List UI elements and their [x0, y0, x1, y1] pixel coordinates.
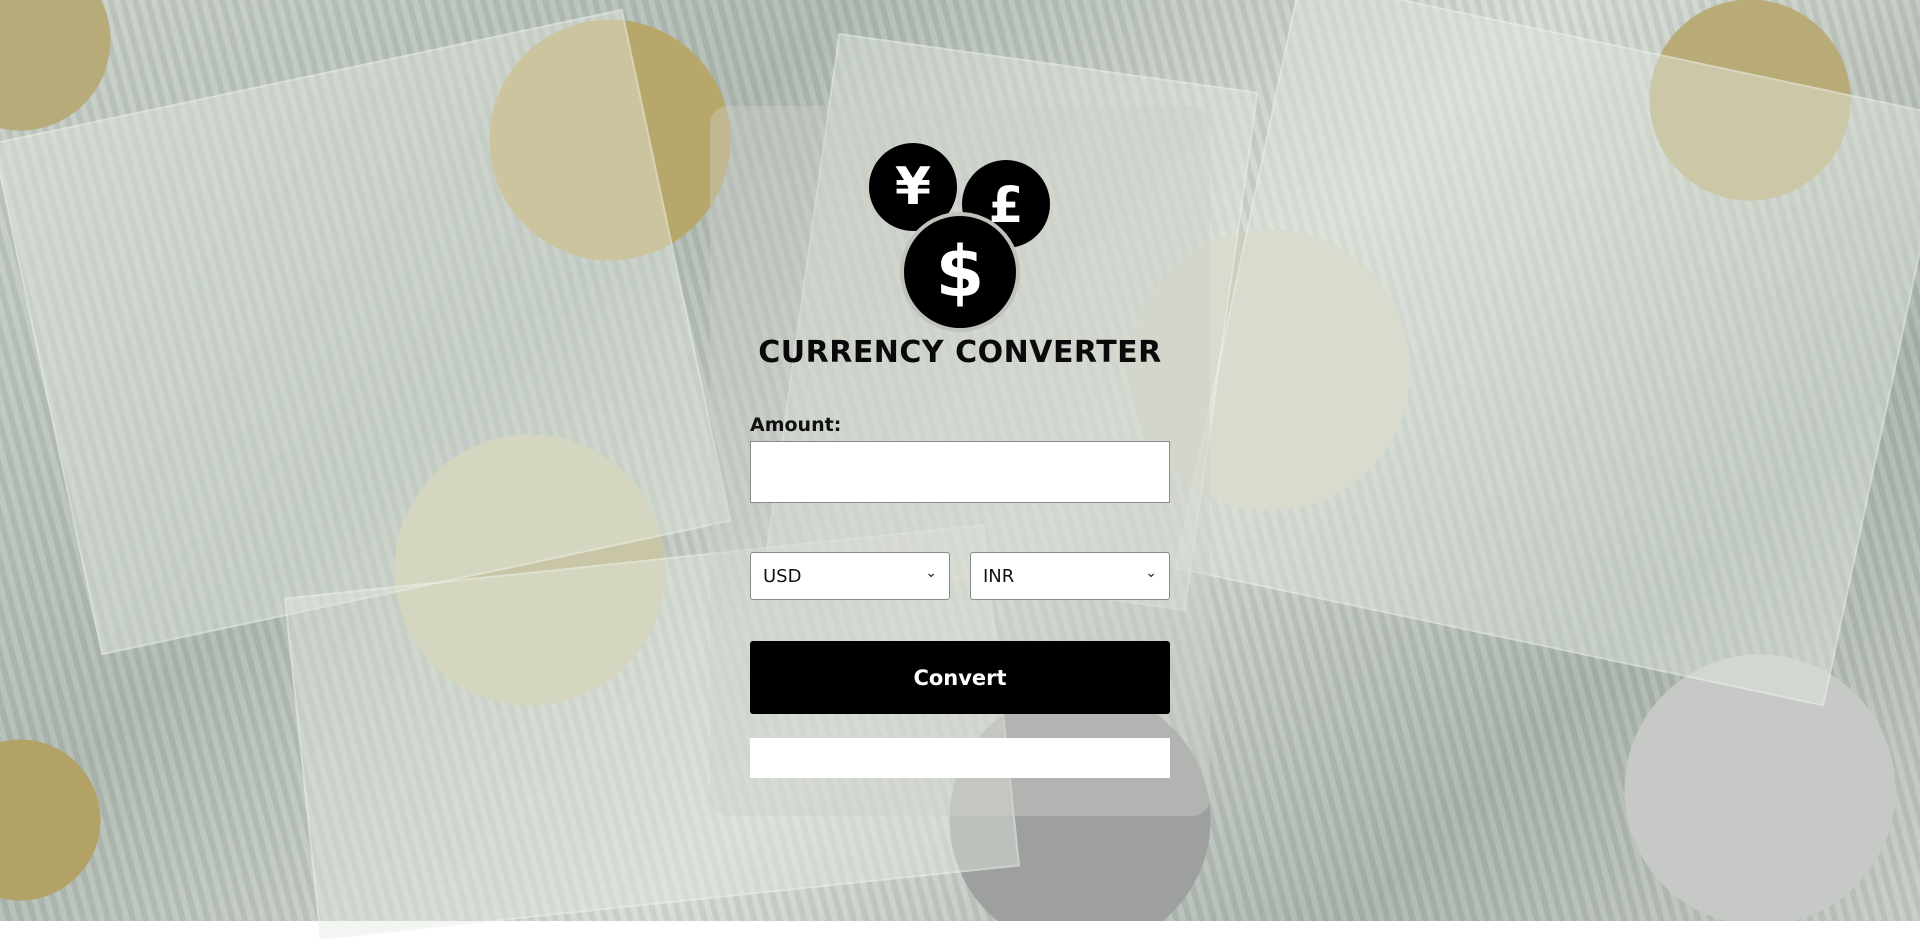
banknote-image [0, 8, 732, 656]
amount-input[interactable] [750, 441, 1170, 503]
amount-label: Amount: [750, 414, 842, 436]
page-title: CURRENCY CONVERTER [758, 335, 1162, 370]
svg-text:¥: ¥ [895, 157, 931, 217]
conversion-result [750, 738, 1170, 778]
from-currency-select[interactable]: USD ⌄ [750, 552, 950, 600]
convert-button[interactable]: Convert [750, 641, 1170, 714]
banknote-image [1174, 0, 1920, 707]
from-currency-value: USD [763, 566, 802, 587]
svg-text:$: $ [936, 231, 985, 313]
to-currency-value: INR [983, 566, 1015, 587]
to-currency-select[interactable]: INR ⌄ [970, 552, 1170, 600]
chevron-down-icon: ⌄ [1145, 565, 1157, 581]
chevron-down-icon: ⌄ [925, 565, 937, 581]
currency-coins-icon: ¥ £ $ [868, 142, 1058, 332]
